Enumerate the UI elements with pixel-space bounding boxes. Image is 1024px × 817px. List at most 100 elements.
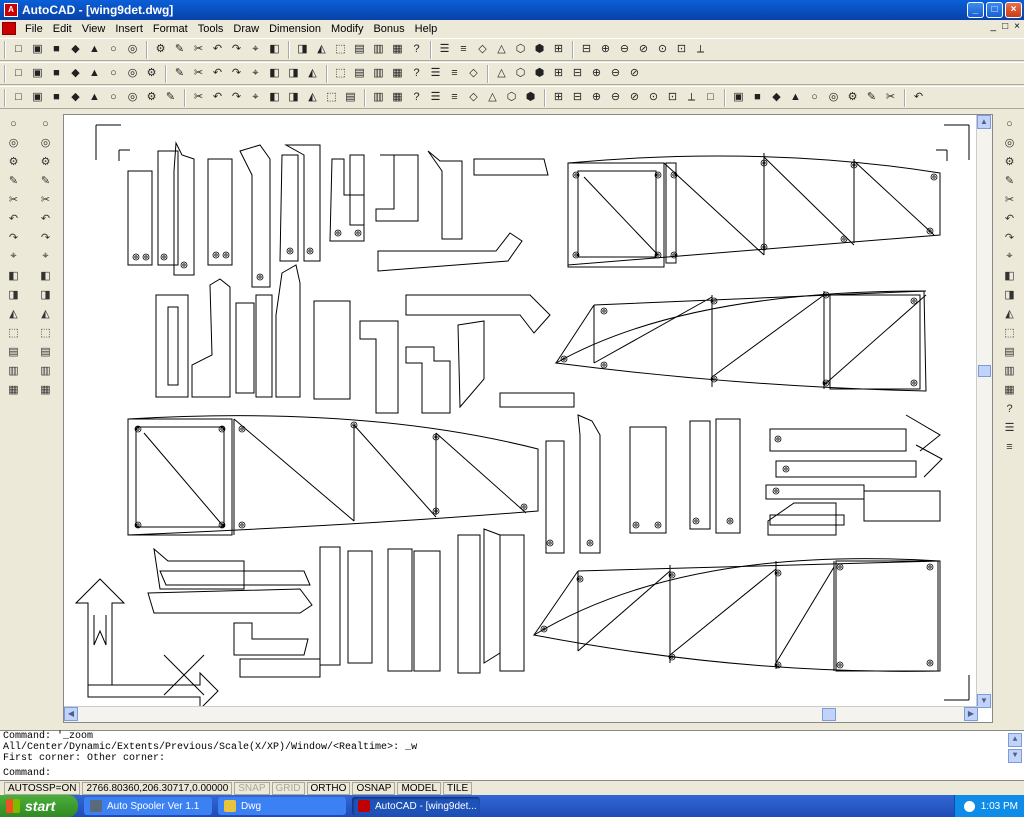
- cylinder-icon[interactable]: ⌖: [247, 89, 265, 107]
- menu-modify[interactable]: Modify: [326, 23, 368, 35]
- snap-node-icon[interactable]: ⚙: [143, 65, 161, 83]
- linetype-icon[interactable]: ◇: [474, 41, 492, 59]
- start-button[interactable]: start: [0, 795, 78, 817]
- command-window[interactable]: Command: '_zoom All/Center/Dynamic/Exten…: [0, 730, 1024, 780]
- ucs-zaxis-icon[interactable]: ○: [105, 89, 123, 107]
- spellcheck-icon[interactable]: ○: [105, 41, 123, 59]
- snap-node-icon[interactable]: ◧: [1001, 267, 1019, 285]
- 3d-cylinder-icon[interactable]: ⊖: [616, 41, 634, 59]
- task-auto-spooler[interactable]: Auto Spooler Ver 1.1: [84, 797, 212, 815]
- 3d-cone-icon[interactable]: ⊞: [550, 41, 568, 59]
- snap-intersection-icon[interactable]: ✎: [1001, 172, 1019, 190]
- match-prop-icon[interactable]: ✂: [190, 41, 208, 59]
- zoom-scale-icon[interactable]: ⬢: [522, 89, 540, 107]
- scroll-right-arrow-icon[interactable]: ▶: [964, 707, 978, 721]
- lineweight-icon[interactable]: △: [493, 41, 511, 59]
- view-top-icon[interactable]: ⌖: [247, 65, 265, 83]
- tolerance-icon[interactable]: ◎: [825, 89, 843, 107]
- minimize-button[interactable]: _: [967, 2, 984, 18]
- scale-icon[interactable]: ⌖: [37, 248, 55, 266]
- dim-update-icon[interactable]: ↶: [910, 89, 928, 107]
- calc-icon[interactable]: ⊘: [626, 65, 644, 83]
- region-icon[interactable]: ▥: [5, 362, 23, 380]
- redo-icon[interactable]: ↷: [228, 41, 246, 59]
- menu-edit[interactable]: Edit: [48, 23, 77, 35]
- block-icon[interactable]: ▦: [389, 65, 407, 83]
- array-icon[interactable]: ✂: [37, 191, 55, 209]
- dim-diameter-icon[interactable]: ▣: [730, 89, 748, 107]
- ucs-3point-icon[interactable]: ◎: [124, 89, 142, 107]
- snap-quadrant-icon[interactable]: ▲: [86, 65, 104, 83]
- explode-icon[interactable]: ▦: [37, 381, 55, 399]
- dim-angular-icon[interactable]: ■: [749, 89, 767, 107]
- horizontal-scroll-thumb[interactable]: [822, 708, 836, 721]
- slice-icon[interactable]: ▥: [370, 89, 388, 107]
- tile-toggle[interactable]: TILE: [443, 781, 473, 795]
- coordinate-readout[interactable]: 2766.80360,206.30717,0.00000: [82, 781, 233, 795]
- 3d-sphere-icon[interactable]: ⊟: [578, 41, 596, 59]
- ucs-x-icon[interactable]: ⚙: [143, 89, 161, 107]
- shade-icon[interactable]: ⊙: [654, 41, 672, 59]
- command-prompt[interactable]: Command:: [3, 768, 51, 779]
- 3d-torus-icon[interactable]: ⊕: [597, 41, 615, 59]
- zoom-in-icon[interactable]: ⊟: [569, 89, 587, 107]
- autocad-app-icon[interactable]: A: [4, 3, 18, 17]
- undo-icon[interactable]: ↶: [209, 41, 227, 59]
- attribute-icon[interactable]: ☰: [427, 65, 445, 83]
- layer-icon[interactable]: ☰: [436, 41, 454, 59]
- ucs-z-icon[interactable]: ✂: [190, 89, 208, 107]
- cmd-scroll-down-icon[interactable]: ▼: [1008, 749, 1022, 763]
- save-icon[interactable]: ■: [48, 41, 66, 59]
- polygon-icon[interactable]: ✎: [5, 172, 23, 190]
- material-icon[interactable]: ⟂: [692, 41, 710, 59]
- mirror-icon[interactable]: ⚙: [37, 153, 55, 171]
- zoom-center-icon[interactable]: ⊞: [550, 89, 568, 107]
- copy-object-icon[interactable]: ◎: [37, 134, 55, 152]
- command-scrollbar[interactable]: ▲ ▼: [1008, 733, 1022, 763]
- horizontal-scrollbar[interactable]: ◀ ▶: [64, 706, 978, 722]
- doc-close-button[interactable]: ×: [1014, 21, 1020, 32]
- menu-format[interactable]: Format: [148, 23, 193, 35]
- snap-from-icon[interactable]: ○: [1001, 115, 1019, 133]
- menu-dimension[interactable]: Dimension: [264, 23, 326, 35]
- 3d-box-icon[interactable]: ⬡: [512, 41, 530, 59]
- rotate-icon[interactable]: ↷: [37, 229, 55, 247]
- snap-center-icon[interactable]: ◆: [67, 65, 85, 83]
- scroll-down-arrow-icon[interactable]: ▼: [977, 694, 991, 708]
- snap-insert-icon[interactable]: ◨: [1001, 286, 1019, 304]
- tool-palette-icon[interactable]: ⊕: [588, 65, 606, 83]
- snap-intersection-icon[interactable]: ■: [48, 65, 66, 83]
- extrude-icon[interactable]: ⬚: [323, 89, 341, 107]
- zoom-previous-icon[interactable]: ▦: [389, 41, 407, 59]
- design-center-icon[interactable]: ⊟: [569, 65, 587, 83]
- snap-nearest-icon[interactable]: ✂: [190, 65, 208, 83]
- ortho-toggle[interactable]: ORTHO: [306, 781, 351, 795]
- menu-file[interactable]: File: [20, 23, 48, 35]
- zoom-dynamic-icon[interactable]: ⬡: [503, 89, 521, 107]
- move-icon[interactable]: ↶: [37, 210, 55, 228]
- snap-tangent-icon[interactable]: ↷: [1001, 229, 1019, 247]
- clock[interactable]: 1:03 PM: [981, 801, 1018, 812]
- interfere-icon[interactable]: ?: [408, 89, 426, 107]
- torus-icon[interactable]: ◭: [304, 89, 322, 107]
- dim-edit-icon[interactable]: ✎: [863, 89, 881, 107]
- ucs-object-icon[interactable]: ▣: [29, 89, 47, 107]
- task-dwg-folder[interactable]: Dwg: [218, 797, 346, 815]
- task-autocad[interactable]: AutoCAD - [wing9det...: [352, 797, 480, 815]
- zoom-realtime-icon[interactable]: ▤: [351, 41, 369, 59]
- plot-icon[interactable]: ▦: [1001, 381, 1019, 399]
- point-icon[interactable]: ⬚: [5, 324, 23, 342]
- image-icon[interactable]: ◇: [465, 65, 483, 83]
- menu-tools[interactable]: Tools: [193, 23, 229, 35]
- distance-icon[interactable]: ◭: [313, 41, 331, 59]
- cone-icon[interactable]: ◧: [266, 89, 284, 107]
- close-button[interactable]: ×: [1005, 2, 1022, 18]
- snap-tangent-icon[interactable]: ○: [105, 65, 123, 83]
- maximize-button[interactable]: □: [986, 2, 1003, 18]
- menu-help[interactable]: Help: [410, 23, 443, 35]
- circle-icon[interactable]: ↷: [5, 229, 23, 247]
- revolve-icon[interactable]: ▤: [342, 89, 360, 107]
- scroll-left-arrow-icon[interactable]: ◀: [64, 707, 78, 721]
- menu-insert[interactable]: Insert: [110, 23, 148, 35]
- ucs-face-icon[interactable]: ■: [48, 89, 66, 107]
